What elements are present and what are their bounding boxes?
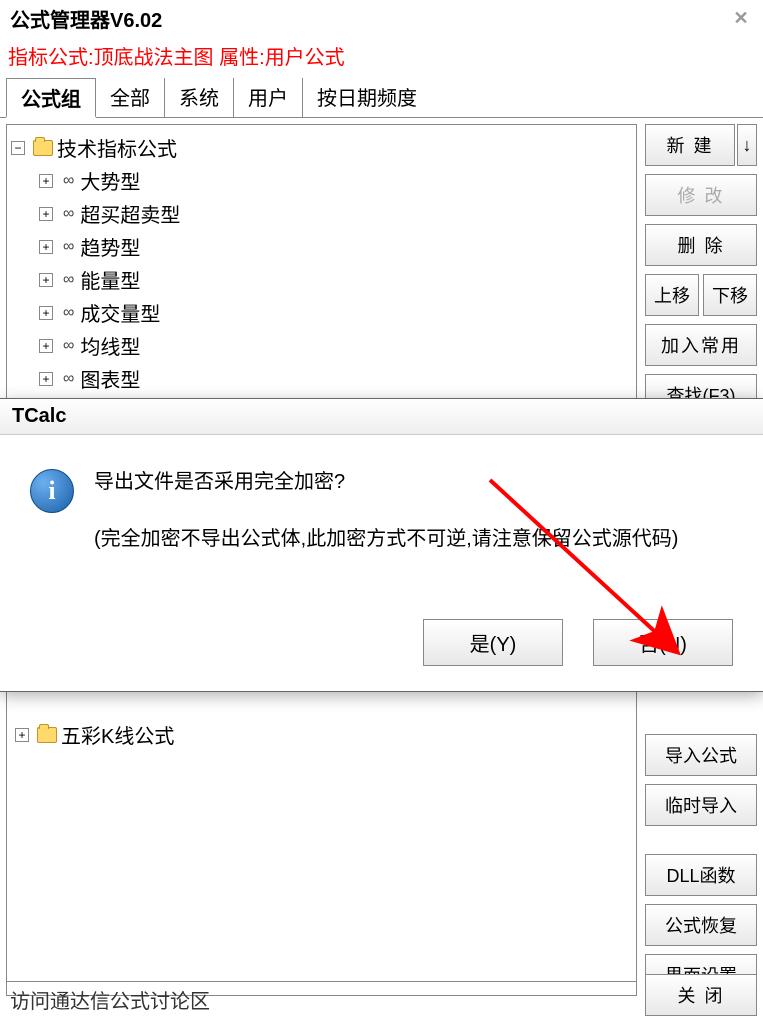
tree-item-label: 大势型 <box>80 166 140 195</box>
tab-bar: 公式组 全部 系统 用户 按日期频度 <box>0 78 763 118</box>
tree-item-label: 成交量型 <box>80 298 160 327</box>
move-up-button[interactable]: 上移 <box>645 274 699 316</box>
expand-icon[interactable]: + <box>39 273 53 287</box>
yes-button[interactable]: 是(Y) <box>423 619 563 666</box>
title-bar: 公式管理器V6.02 ✕ <box>0 0 763 37</box>
formula-type-label: 指标公式 <box>8 47 88 69</box>
delete-button[interactable]: 删 除 <box>645 224 757 266</box>
tree-item[interactable]: + ∞ 超买超卖型 <box>11 197 632 230</box>
link-icon: ∞ <box>63 271 74 289</box>
expand-icon[interactable]: + <box>15 728 29 742</box>
formula-info: 指标公式:顶底战法主图 属性:用户公式 <box>0 37 763 78</box>
tab-by-date[interactable]: 按日期频度 <box>303 78 431 117</box>
link-icon: ∞ <box>63 238 74 256</box>
tree-item-label: 超买超卖型 <box>80 199 180 228</box>
close-icon[interactable]: ✕ <box>729 7 753 31</box>
dll-functions-button[interactable]: DLL函数 <box>645 854 757 896</box>
tree-item[interactable]: + ∞ 图表型 <box>11 362 632 395</box>
collapse-icon[interactable]: − <box>11 141 25 155</box>
link-icon: ∞ <box>63 370 74 388</box>
new-button[interactable]: 新 建 <box>645 124 735 166</box>
link-icon: ∞ <box>63 337 74 355</box>
tree-item-label: 五彩K线公式 <box>61 720 174 749</box>
new-dropdown-icon[interactable]: ↓ <box>737 124 757 166</box>
tree-item-label: 能量型 <box>80 265 140 294</box>
window-title: 公式管理器V6.02 <box>10 4 162 33</box>
expand-icon[interactable]: + <box>39 306 53 320</box>
add-favorite-button[interactable]: 加入常用 <box>645 324 757 366</box>
close-button[interactable]: 关 闭 <box>645 974 757 1016</box>
expand-icon[interactable]: + <box>39 372 53 386</box>
tree-item[interactable]: + ∞ 成交量型 <box>11 296 632 329</box>
expand-icon[interactable]: + <box>39 174 53 188</box>
tree-root-label: 技术指标公式 <box>57 133 177 162</box>
folder-icon <box>37 727 57 743</box>
confirm-dialog: TCalc i 导出文件是否采用完全加密? (完全加密不导出公式体,此加密方式不… <box>0 398 763 692</box>
dialog-line1: 导出文件是否采用完全加密? <box>94 465 678 494</box>
edit-button[interactable]: 修 改 <box>645 174 757 216</box>
tree-item[interactable]: + ∞ 趋势型 <box>11 230 632 263</box>
formula-tree-continued[interactable]: + 五彩K线公式 <box>6 714 637 996</box>
tree-item[interactable]: + ∞ 能量型 <box>11 263 632 296</box>
restore-button[interactable]: 公式恢复 <box>645 904 757 946</box>
tab-user[interactable]: 用户 <box>234 78 303 117</box>
formula-name: 顶底战法主图 <box>94 47 214 69</box>
dialog-title: TCalc <box>0 399 763 435</box>
info-icon: i <box>30 469 74 513</box>
temp-import-button[interactable]: 临时导入 <box>645 784 757 826</box>
attr-value: 用户公式 <box>265 47 345 69</box>
tree-item[interactable]: + ∞ 大势型 <box>11 164 632 197</box>
tree-item-label: 图表型 <box>80 364 140 393</box>
dialog-line2: (完全加密不导出公式体,此加密方式不可逆,请注意保留公式源代码) <box>94 522 678 551</box>
no-button[interactable]: 否(N) <box>593 619 733 666</box>
tree-root[interactable]: − 技术指标公式 <box>11 131 632 164</box>
expand-icon[interactable]: + <box>39 240 53 254</box>
folder-icon <box>33 140 53 156</box>
move-down-button[interactable]: 下移 <box>703 274 757 316</box>
tab-system[interactable]: 系统 <box>165 78 234 117</box>
tab-group[interactable]: 公式组 <box>6 78 96 118</box>
expand-icon[interactable]: + <box>39 207 53 221</box>
tree-item[interactable]: + ∞ 均线型 <box>11 329 632 362</box>
attr-label: 属性 <box>219 47 259 69</box>
tab-all[interactable]: 全部 <box>96 78 165 117</box>
import-button[interactable]: 导入公式 <box>645 734 757 776</box>
tree-item-label: 趋势型 <box>80 232 140 261</box>
tree-item-label: 均线型 <box>80 331 140 360</box>
forum-link[interactable]: 访问通达信公式讨论区 <box>10 985 210 1014</box>
link-icon: ∞ <box>63 172 74 190</box>
link-icon: ∞ <box>63 304 74 322</box>
link-icon: ∞ <box>63 205 74 223</box>
expand-icon[interactable]: + <box>39 339 53 353</box>
tree-item[interactable]: + 五彩K线公式 <box>11 718 632 751</box>
dialog-message: 导出文件是否采用完全加密? (完全加密不导出公式体,此加密方式不可逆,请注意保留… <box>94 465 678 579</box>
